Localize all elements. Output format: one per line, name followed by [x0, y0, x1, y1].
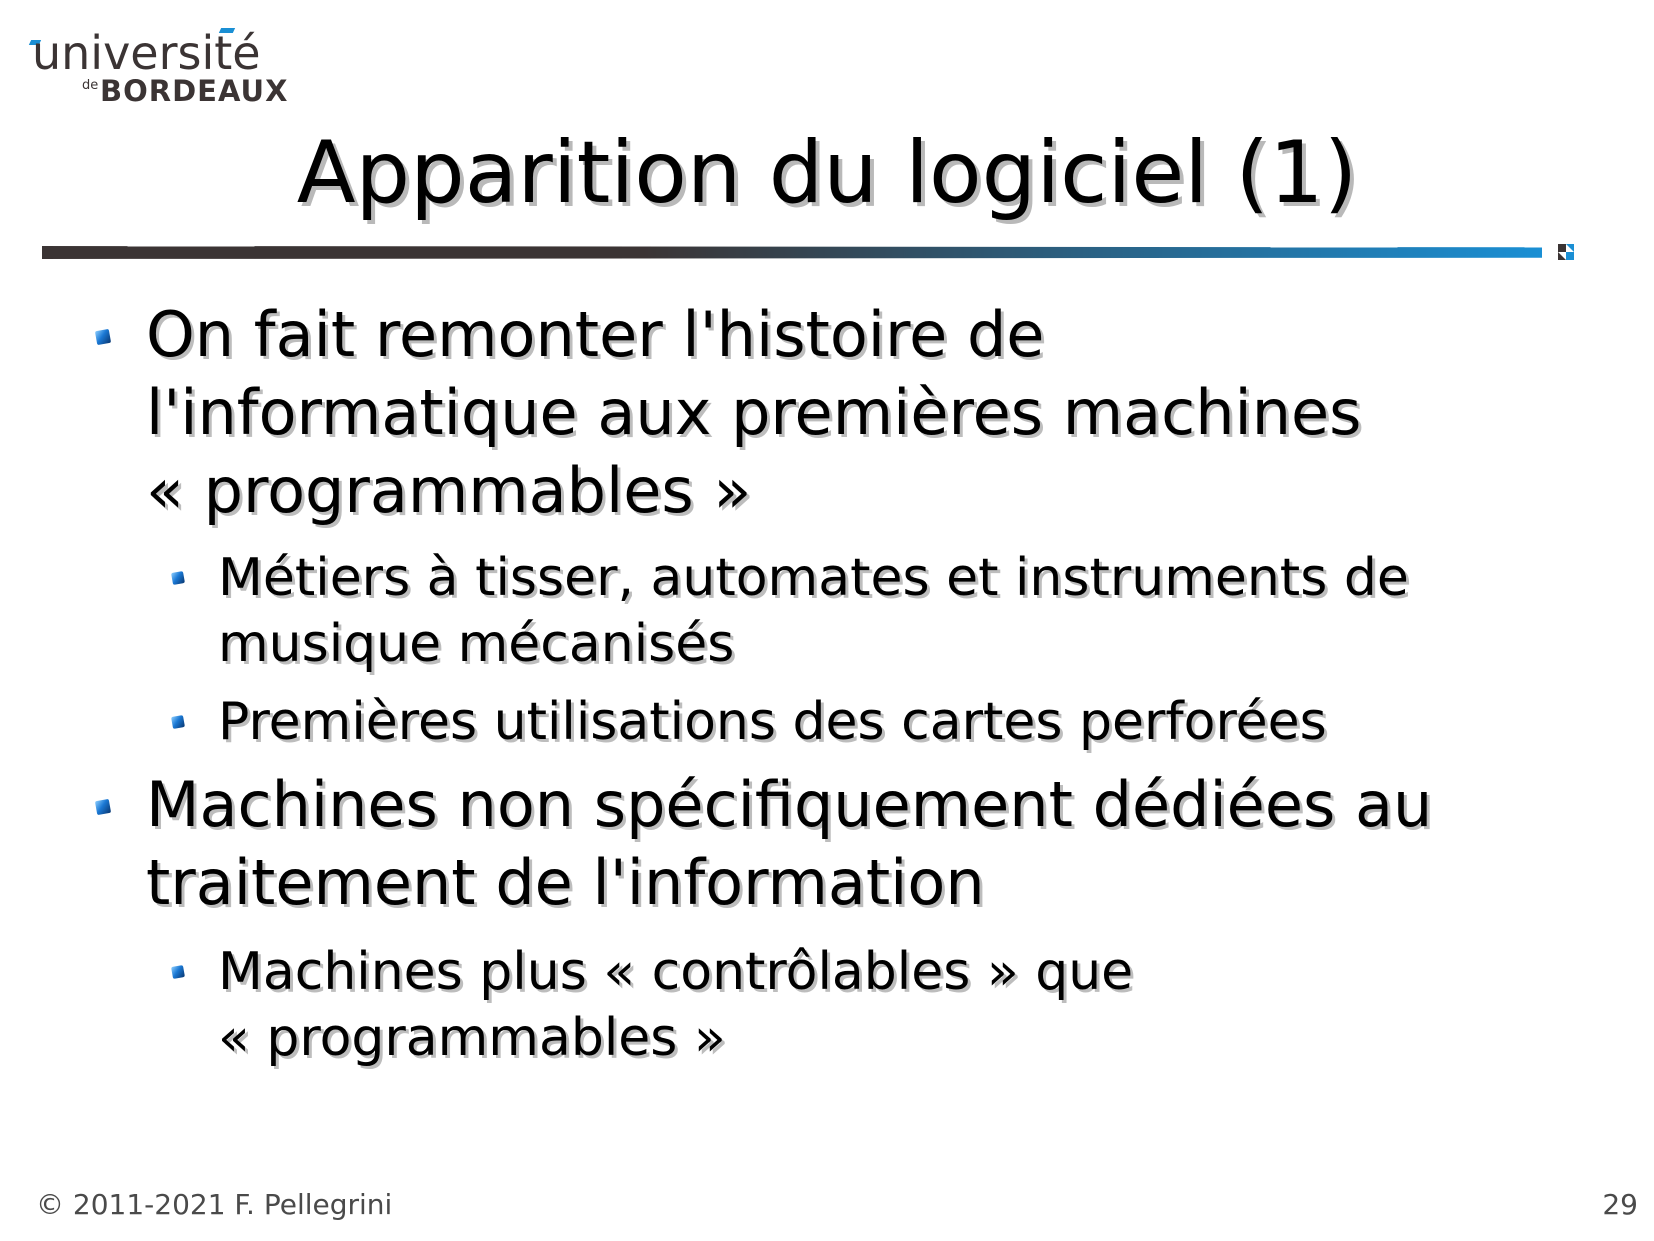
title-divider: [42, 246, 1542, 259]
list-item: Premières utilisations des cartes perfor…: [218, 689, 1327, 755]
bullet-icon: [171, 965, 185, 979]
list-item-line: Métiers à tisser, automates et instrumen…: [218, 548, 1409, 608]
logo-text-universite: université: [32, 26, 261, 80]
list-item-line: Machines plus « contrôlables » que: [218, 942, 1134, 1002]
list-item-line: musique mécanisés: [218, 614, 735, 674]
list-item-line: Machines non spécifiquement dédiées au: [146, 768, 1433, 841]
list-item: Métiers à tisser, automates et instrumen…: [218, 545, 1409, 677]
list-item-line: On fait remonter l'histoire de: [146, 298, 1045, 371]
list-item-line: l'informatique aux premières machines: [146, 376, 1362, 449]
bullet-icon: [94, 328, 112, 346]
list-item-line: Premières utilisations des cartes perfor…: [218, 692, 1327, 752]
logo-text-de: de: [82, 78, 99, 93]
list-item: On fait remonter l'histoire de l'informa…: [146, 296, 1361, 530]
list-item-line: « programmables »: [218, 1008, 726, 1068]
list-item-line: « programmables »: [146, 454, 752, 527]
university-logo: université de BORDEAUX: [28, 26, 287, 108]
list-item-line: traitement de l'information: [146, 846, 985, 919]
corner-logo-icon: [1558, 244, 1574, 260]
list-item: Machines non spécifiquement dédiées au t…: [146, 766, 1432, 922]
bullet-icon: [171, 715, 185, 729]
slide-title: Apparition du logiciel (1): [296, 123, 1358, 223]
logo-text-bordeaux: BORDEAUX: [100, 74, 289, 108]
page-number: 29: [1602, 1188, 1638, 1221]
list-item: Machines plus « contrôlables » que « pro…: [218, 939, 1133, 1071]
footer-copyright: © 2011-2021 F. Pellegrini: [36, 1188, 393, 1221]
bullet-icon: [94, 798, 112, 816]
bullet-icon: [171, 571, 185, 585]
